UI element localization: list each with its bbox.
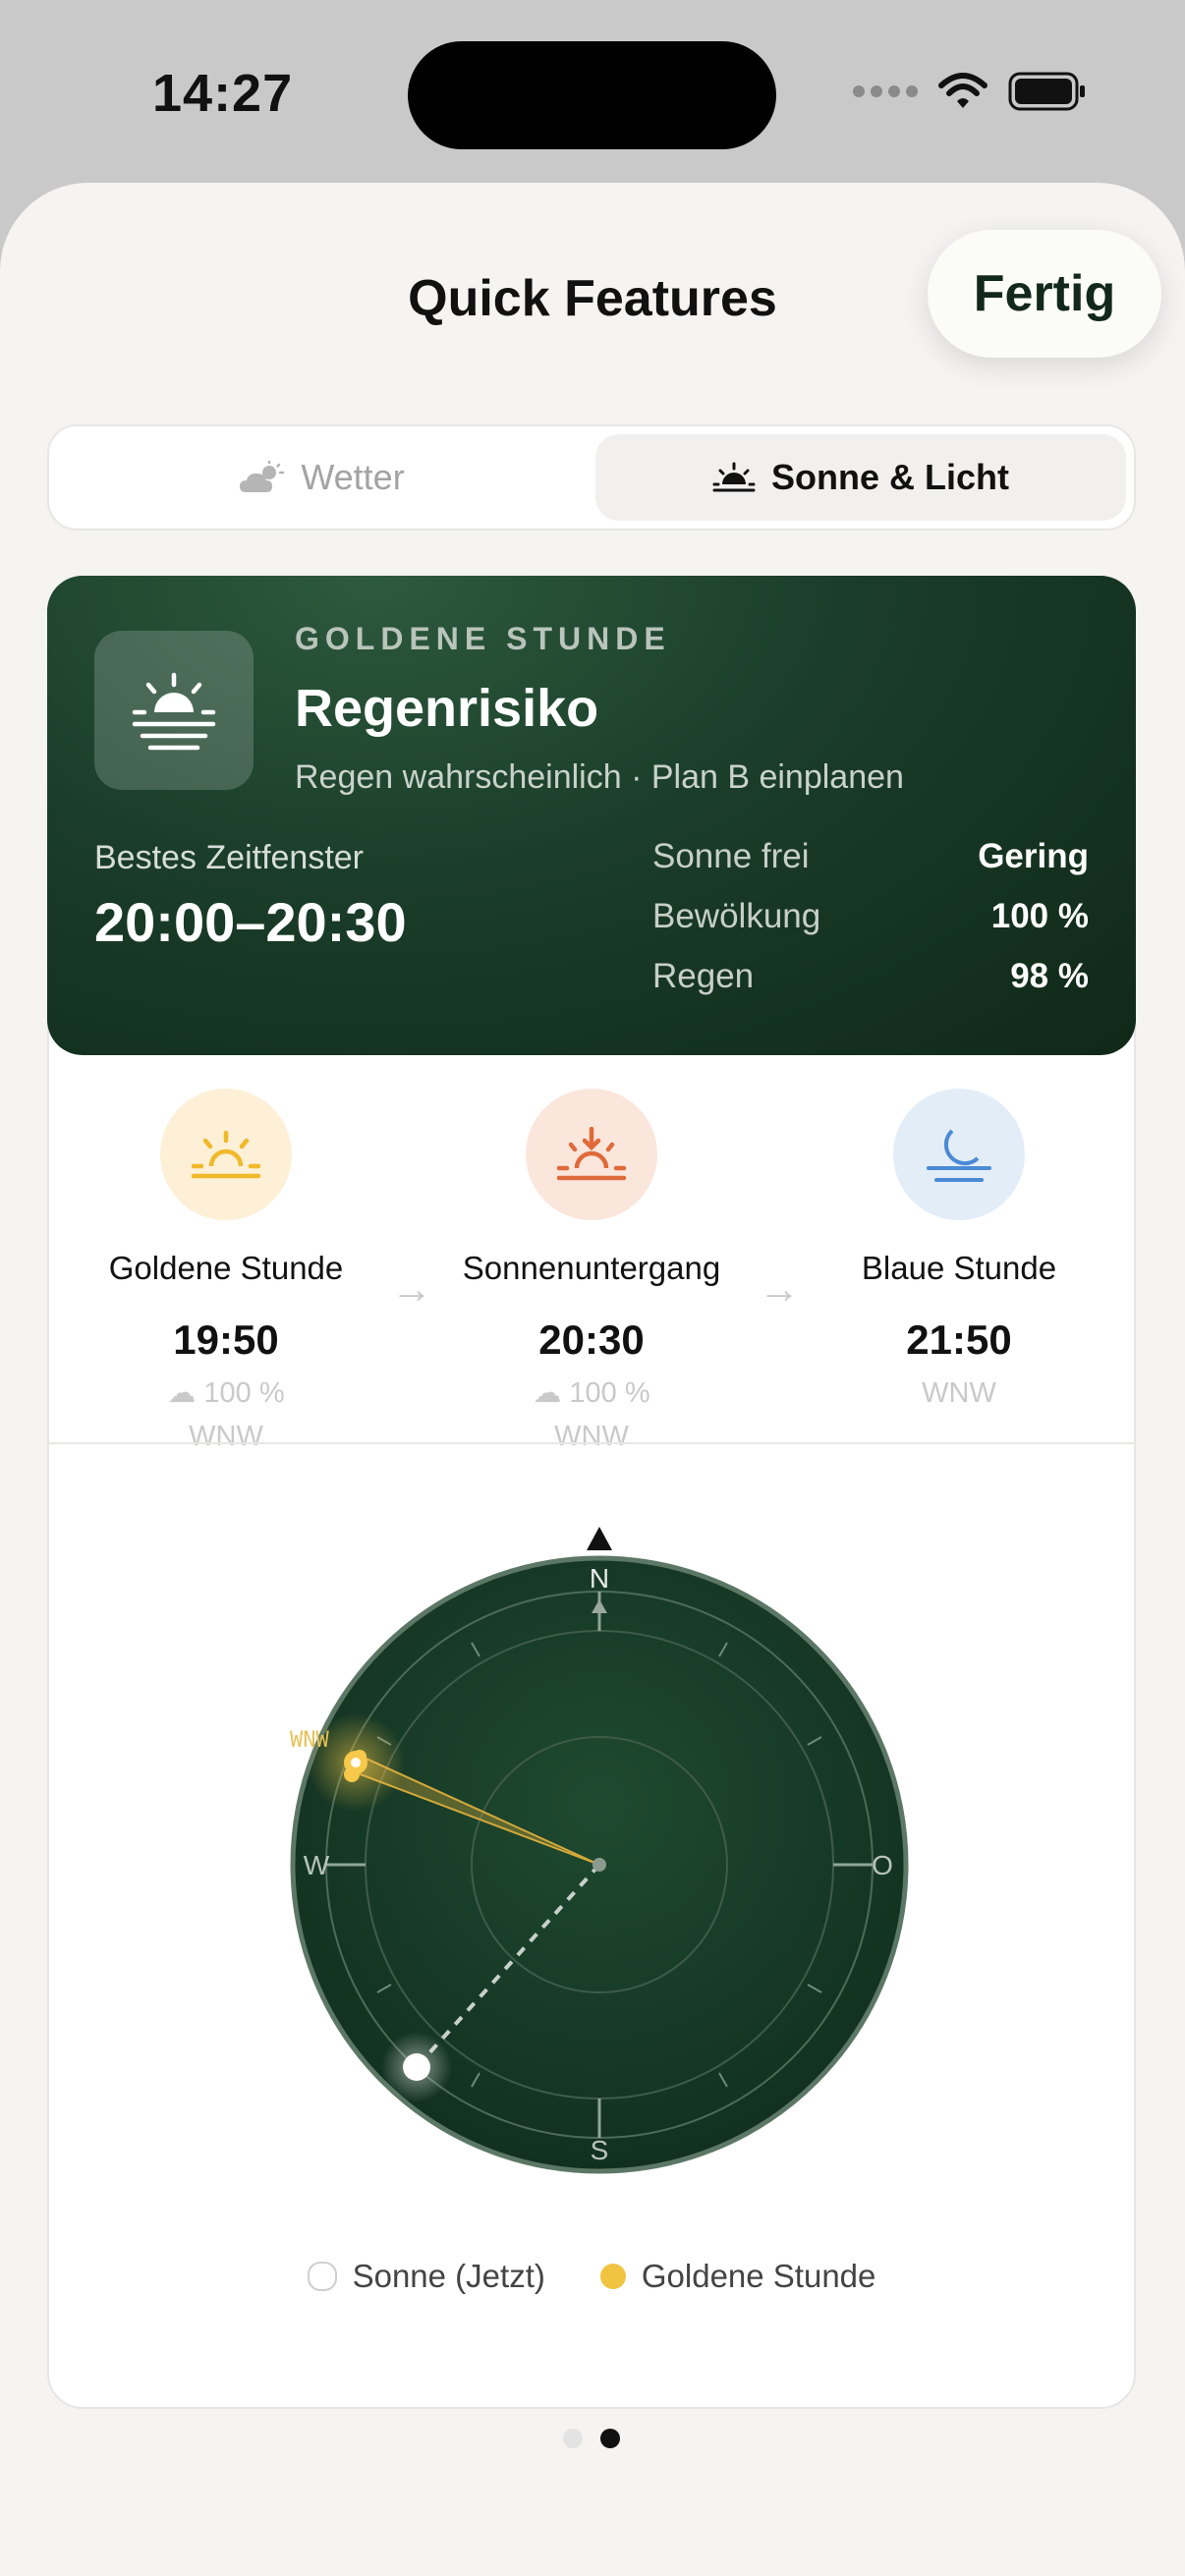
hero-title: Regenrisiko [295,679,599,738]
status-icons [853,71,1087,112]
partly-cloudy-icon [240,461,285,492]
current-sun-marker[interactable] [403,2053,430,2081]
tab-weather[interactable]: Wetter [57,434,588,521]
legend-label: Sonne (Jetzt) [352,2258,545,2294]
stat-row-sun: Sonne frei Gering [652,837,1089,876]
sunrise-icon [712,462,756,492]
phase-time: 21:50 [906,1316,1012,1363]
quick-features-sheet: Quick Features Fertig Wetter Sonne & Lic… [0,183,1185,2576]
divider [49,1442,1134,1444]
phase-name: Goldene Stunde [108,1250,344,1286]
legend-dot-white [307,2262,337,2291]
sunset-horizon-icon [132,672,216,751]
phase-direction: WNW [189,1421,263,1452]
legend-item-sun-now: Sonne (Jetzt) [307,2258,545,2295]
legend-item-golden-hour: Goldene Stunde [599,2258,876,2295]
phase-blue-hour[interactable]: Blaue Stunde 21:50 WNW [812,1089,1106,1415]
compass-south: S [591,2135,609,2165]
tab-sun-light[interactable]: Sonne & Licht [595,434,1126,521]
stat-value: 98 % [1010,957,1089,995]
best-window-label: Bestes Zeitfenster [94,839,365,876]
stat-value: 100 % [990,897,1089,935]
cloud-icon: ☁ [167,1377,197,1409]
phase-icon-circle [160,1089,292,1220]
compass-center [592,1858,606,1872]
stat-row-clouds: Bewölkung 100 % [652,897,1089,936]
phase-direction: WNW [922,1377,996,1409]
segmented-control: Wetter Sonne & Licht [47,424,1136,531]
page-dot[interactable] [563,2429,583,2448]
phase-meta: ☁ 100 % WNW [79,1372,373,1458]
compass-legend: Sonne (Jetzt) Goldene Stunde [49,2258,1134,2295]
phase-meta: ☁ 100 % WNW [444,1372,739,1458]
phase-cloud: 100 % [569,1377,650,1409]
stat-key: Bewölkung [652,897,821,935]
sun-light-card: GOLDENE STUNDE Regenrisiko Regen wahrsch… [47,576,1136,2409]
phase-meta: WNW [812,1372,1106,1415]
battery-icon [1008,72,1085,111]
tab-sun-light-label: Sonne & Licht [771,457,1009,497]
compass-east: O [872,1850,893,1880]
phase-time: 20:30 [538,1316,645,1363]
hero-eyebrow: GOLDENE STUNDE [295,621,671,656]
status-time: 14:27 [152,64,294,123]
phase-name: Blaue Stunde [861,1250,1057,1286]
sun-compass[interactable]: N S W O WNW [275,1521,924,2209]
north-pointer-icon [587,1527,612,1550]
sunset-icon [556,1127,627,1181]
phase-cloud: 100 % [203,1377,285,1409]
page-indicator[interactable] [563,2429,620,2448]
golden-hour-direction: WNW [290,1728,329,1753]
cloud-icon: ☁ [533,1377,562,1409]
stat-value: Gering [978,837,1089,875]
golden-hour-hero: GOLDENE STUNDE Regenrisiko Regen wahrsch… [47,576,1136,1055]
phase-golden-hour[interactable]: Goldene Stunde 19:50 ☁ 100 % WNW [79,1089,373,1458]
page-dot-active[interactable] [600,2429,620,2448]
golden-hour-sun-icon [191,1130,261,1179]
wifi-icon [938,73,988,108]
signal-icon [853,85,918,97]
stat-key: Sonne frei [652,837,810,875]
legend-label: Goldene Stunde [641,2258,876,2294]
hero-subtitle: Regen wahrscheinlich · Plan B einplanen [295,758,904,796]
done-button[interactable]: Fertig [928,230,1161,358]
phase-icon-circle [893,1089,1025,1220]
phase-direction: WNW [554,1421,629,1452]
moon-horizon-icon [927,1129,991,1182]
phase-icon-circle [526,1089,657,1220]
arrow-right-icon: → [391,1265,432,1312]
phase-time: 19:50 [173,1316,279,1363]
phase-sunset[interactable]: Sonnenuntergang 20:30 ☁ 100 % WNW [444,1089,739,1458]
compass-north: N [590,1563,609,1594]
hero-icon-tile [94,631,254,790]
dynamic-island [408,41,776,149]
phase-name: Sonnenuntergang [462,1250,721,1286]
legend-dot-gold [599,2264,626,2289]
stat-row-rain: Regen 98 % [652,957,1089,996]
compass-west: W [304,1850,330,1880]
tab-weather-label: Wetter [301,457,405,497]
best-window-value: 20:00–20:30 [94,891,407,953]
stat-key: Regen [652,957,755,995]
arrow-right-icon: → [759,1265,800,1312]
